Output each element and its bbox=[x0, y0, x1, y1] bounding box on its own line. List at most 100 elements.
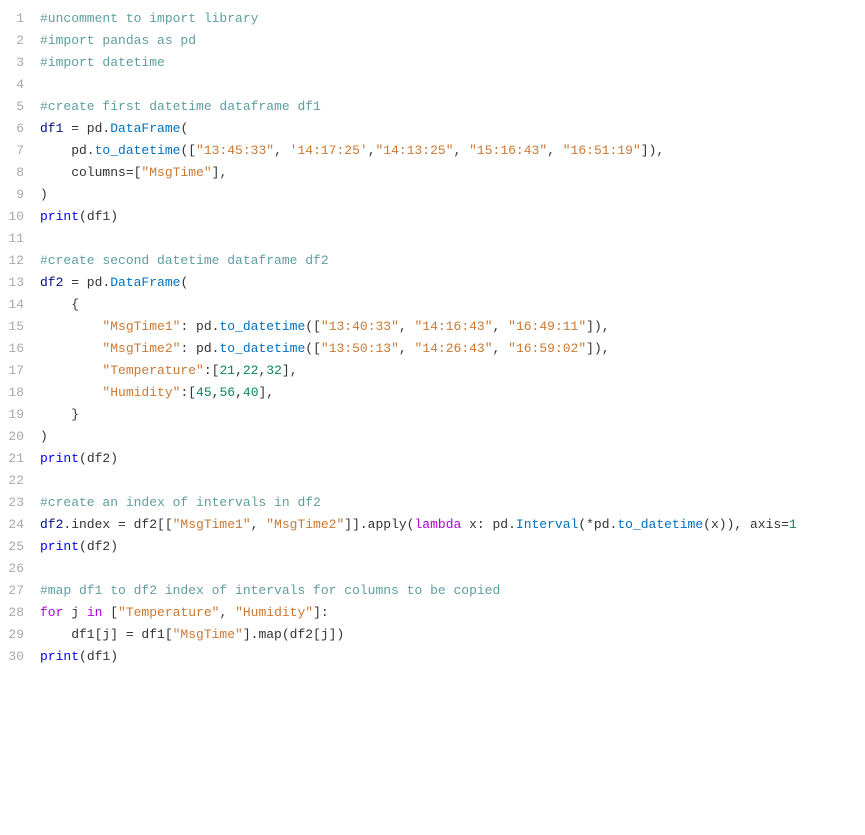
line-content[interactable]: print(df1) bbox=[36, 206, 865, 228]
line-content[interactable]: print(df1) bbox=[36, 646, 865, 668]
line-content[interactable]: #create an index of intervals in df2 bbox=[36, 492, 865, 514]
line-content[interactable]: columns=["MsgTime"], bbox=[36, 162, 865, 184]
token-c-builtin: print bbox=[40, 209, 79, 224]
code-line: 30print(df1) bbox=[0, 646, 865, 668]
code-line: 27#map df1 to df2 index of intervals for… bbox=[0, 580, 865, 602]
token-c-punct: .index = df2[[ bbox=[63, 517, 172, 532]
token-c-string2: "MsgTime1" bbox=[102, 319, 180, 334]
line-number: 22 bbox=[0, 470, 36, 492]
line-number: 30 bbox=[0, 646, 36, 668]
token-c-punct: (df1) bbox=[79, 649, 118, 664]
line-content[interactable]: ) bbox=[36, 426, 865, 448]
line-content[interactable]: print(df2) bbox=[36, 448, 865, 470]
code-line: 7 pd.to_datetime(["13:45:33", '14:17:25'… bbox=[0, 140, 865, 162]
line-number: 28 bbox=[0, 602, 36, 624]
code-line: 3#import datetime bbox=[0, 52, 865, 74]
line-content[interactable]: #create first datetime dataframe df1 bbox=[36, 96, 865, 118]
token-c-punct: : pd. bbox=[180, 341, 219, 356]
line-number: 8 bbox=[0, 162, 36, 184]
line-content[interactable]: df1 = pd.DataFrame( bbox=[36, 118, 865, 140]
token-c-string2: "MsgTime2" bbox=[266, 517, 344, 532]
line-content[interactable]: pd.to_datetime(["13:45:33", '14:17:25',"… bbox=[36, 140, 865, 162]
line-content[interactable]: { bbox=[36, 294, 865, 316]
line-content[interactable]: #import datetime bbox=[36, 52, 865, 74]
line-content[interactable] bbox=[36, 74, 865, 96]
code-line: 8 columns=["MsgTime"], bbox=[0, 162, 865, 184]
code-line: 13df2 = pd.DataFrame( bbox=[0, 272, 865, 294]
line-number: 2 bbox=[0, 30, 36, 52]
token-c-comment: #create an index of intervals in df2 bbox=[40, 495, 321, 510]
code-line: 6df1 = pd.DataFrame( bbox=[0, 118, 865, 140]
line-number: 14 bbox=[0, 294, 36, 316]
token-c-class: Interval bbox=[516, 517, 578, 532]
token-c-comment: #import pandas as pd bbox=[40, 33, 196, 48]
code-line: 26 bbox=[0, 558, 865, 580]
token-c-punct: = pd. bbox=[63, 121, 110, 136]
code-line: 16 "MsgTime2": pd.to_datetime(["13:50:13… bbox=[0, 338, 865, 360]
code-line: 23#create an index of intervals in df2 bbox=[0, 492, 865, 514]
line-content[interactable]: #create second datetime dataframe df2 bbox=[36, 250, 865, 272]
token-c-string2: "Humidity" bbox=[102, 385, 180, 400]
line-content[interactable]: #import pandas as pd bbox=[36, 30, 865, 52]
token-c-var: df2 bbox=[40, 275, 63, 290]
line-number: 13 bbox=[0, 272, 36, 294]
token-c-punct: ([ bbox=[305, 319, 321, 334]
token-c-string2: "16:51:19" bbox=[563, 143, 641, 158]
token-c-var: df2 bbox=[40, 517, 63, 532]
token-c-punct bbox=[40, 319, 102, 334]
line-number: 26 bbox=[0, 558, 36, 580]
code-line: 19 } bbox=[0, 404, 865, 426]
line-content[interactable]: print(df2) bbox=[36, 536, 865, 558]
token-c-string2: "15:16:43" bbox=[469, 143, 547, 158]
line-number: 7 bbox=[0, 140, 36, 162]
line-content[interactable]: ) bbox=[36, 184, 865, 206]
line-content[interactable]: #map df1 to df2 index of intervals for c… bbox=[36, 580, 865, 602]
code-line: 9) bbox=[0, 184, 865, 206]
line-number: 15 bbox=[0, 316, 36, 338]
line-number: 24 bbox=[0, 514, 36, 536]
line-content[interactable]: df2 = pd.DataFrame( bbox=[36, 272, 865, 294]
token-c-punct: ]: bbox=[313, 605, 329, 620]
line-content[interactable]: } bbox=[36, 404, 865, 426]
token-c-method: to_datetime bbox=[95, 143, 181, 158]
line-number: 16 bbox=[0, 338, 36, 360]
line-content[interactable] bbox=[36, 470, 865, 492]
code-line: 20) bbox=[0, 426, 865, 448]
token-c-punct: (df2) bbox=[79, 539, 118, 554]
token-c-punct: { bbox=[40, 297, 79, 312]
token-c-punct: , bbox=[235, 385, 243, 400]
line-content[interactable]: "Humidity":[45,56,40], bbox=[36, 382, 865, 404]
token-c-comment: #uncomment to import library bbox=[40, 11, 258, 26]
line-content[interactable]: #uncomment to import library bbox=[36, 8, 865, 30]
line-content[interactable]: "MsgTime1": pd.to_datetime(["13:40:33", … bbox=[36, 316, 865, 338]
line-number: 11 bbox=[0, 228, 36, 250]
token-c-punct: df1[j] = df1[ bbox=[40, 627, 173, 642]
token-c-punct: ) bbox=[40, 429, 48, 444]
token-c-punct: ( bbox=[180, 275, 188, 290]
token-c-punct: ], bbox=[212, 165, 228, 180]
line-content[interactable]: df2.index = df2[["MsgTime1", "MsgTime2"]… bbox=[36, 514, 865, 536]
line-number: 6 bbox=[0, 118, 36, 140]
token-c-punct: ]), bbox=[586, 341, 609, 356]
token-c-punct: = pd. bbox=[63, 275, 110, 290]
code-line: 18 "Humidity":[45,56,40], bbox=[0, 382, 865, 404]
line-content[interactable]: df1[j] = df1["MsgTime"].map(df2[j]) bbox=[36, 624, 865, 646]
token-c-punct: ].map(df2[j]) bbox=[243, 627, 344, 642]
token-c-punct: ([ bbox=[180, 143, 196, 158]
line-number: 4 bbox=[0, 74, 36, 96]
code-line: 4 bbox=[0, 74, 865, 96]
line-content[interactable] bbox=[36, 558, 865, 580]
token-c-punct bbox=[40, 363, 102, 378]
token-c-method: to_datetime bbox=[219, 341, 305, 356]
code-line: 15 "MsgTime1": pd.to_datetime(["13:40:33… bbox=[0, 316, 865, 338]
line-content[interactable]: "MsgTime2": pd.to_datetime(["13:50:13", … bbox=[36, 338, 865, 360]
line-number: 10 bbox=[0, 206, 36, 228]
token-c-punct: ]].apply( bbox=[344, 517, 414, 532]
line-content[interactable]: for j in ["Temperature", "Humidity"]: bbox=[36, 602, 865, 624]
token-c-string2: "13:50:13" bbox=[321, 341, 399, 356]
line-content[interactable]: "Temperature":[21,22,32], bbox=[36, 360, 865, 382]
line-content[interactable] bbox=[36, 228, 865, 250]
token-c-punct: , bbox=[493, 319, 509, 334]
token-c-punct: (*pd. bbox=[578, 517, 617, 532]
token-c-builtin: print bbox=[40, 649, 79, 664]
